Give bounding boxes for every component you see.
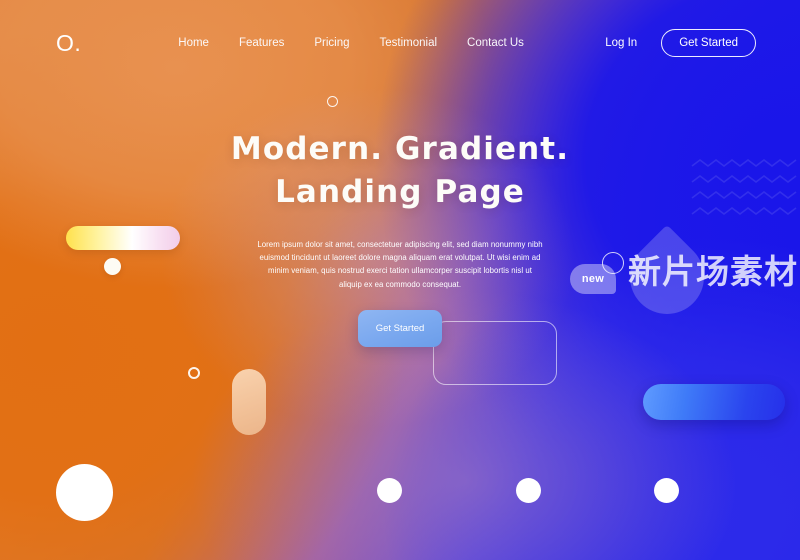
nav-get-started-button[interactable]: Get Started [661, 29, 756, 57]
nav-item-pricing[interactable]: Pricing [314, 37, 349, 49]
nav-actions: Log In Get Started [605, 29, 756, 57]
decorative-circle-large [56, 464, 113, 521]
nav-item-testimonial[interactable]: Testimonial [380, 37, 438, 49]
navbar: O. Home Features Pricing Testimonial Con… [0, 0, 800, 86]
nav-item-home[interactable]: Home [178, 37, 209, 49]
decorative-circle [654, 478, 679, 503]
ring-outline-icon [188, 367, 200, 379]
hero-title-line-1: Modern. Gradient. [230, 131, 570, 167]
decorative-circle [377, 478, 402, 503]
brand-logo[interactable]: O. [56, 31, 81, 55]
tan-rounded-pill [232, 369, 266, 435]
login-link[interactable]: Log In [605, 37, 637, 49]
decorative-circle [516, 478, 541, 503]
nav-links: Home Features Pricing Testimonial Contac… [178, 37, 524, 49]
hero-section: Modern. Gradient. Landing Page Lorem ips… [0, 128, 800, 291]
landing-page-hero: O. Home Features Pricing Testimonial Con… [0, 0, 800, 560]
hero-get-started-button[interactable]: Get Started [358, 310, 442, 347]
page-title: Modern. Gradient. Landing Page [0, 128, 800, 214]
nav-item-features[interactable]: Features [239, 37, 284, 49]
nav-item-contact-us[interactable]: Contact Us [467, 37, 524, 49]
hero-paragraph: Lorem ipsum dolor sit amet, consectetuer… [257, 239, 543, 289]
blue-gradient-pill [643, 384, 785, 420]
cta-outline-frame [433, 321, 557, 385]
ring-outline-icon-top [327, 96, 338, 107]
hero-title-line-2: Landing Page [275, 173, 525, 210]
